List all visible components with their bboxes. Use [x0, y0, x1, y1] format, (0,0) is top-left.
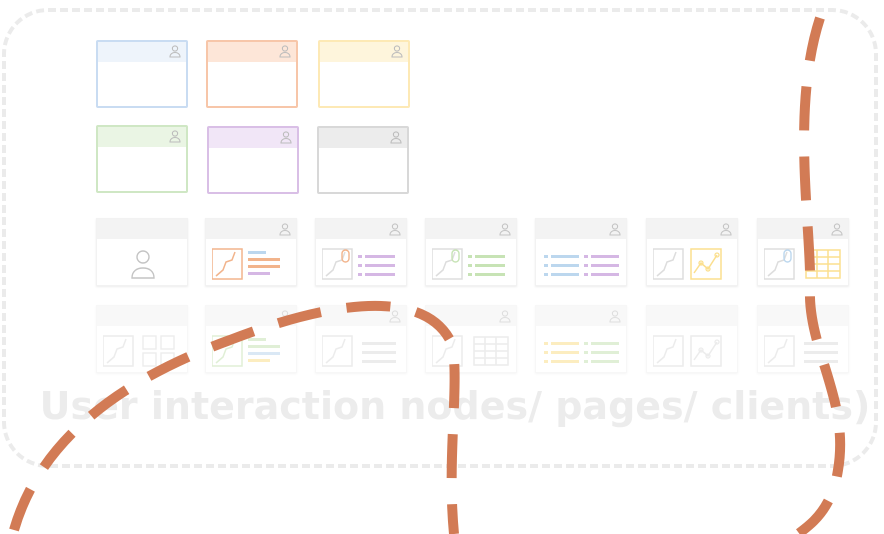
dashed-path-right [795, 16, 846, 534]
dashed-path-overlay [9, 16, 846, 534]
diagram-canvas: User interaction nodes/ pages/ clients) [0, 0, 884, 534]
dashed-path-left [9, 300, 460, 534]
